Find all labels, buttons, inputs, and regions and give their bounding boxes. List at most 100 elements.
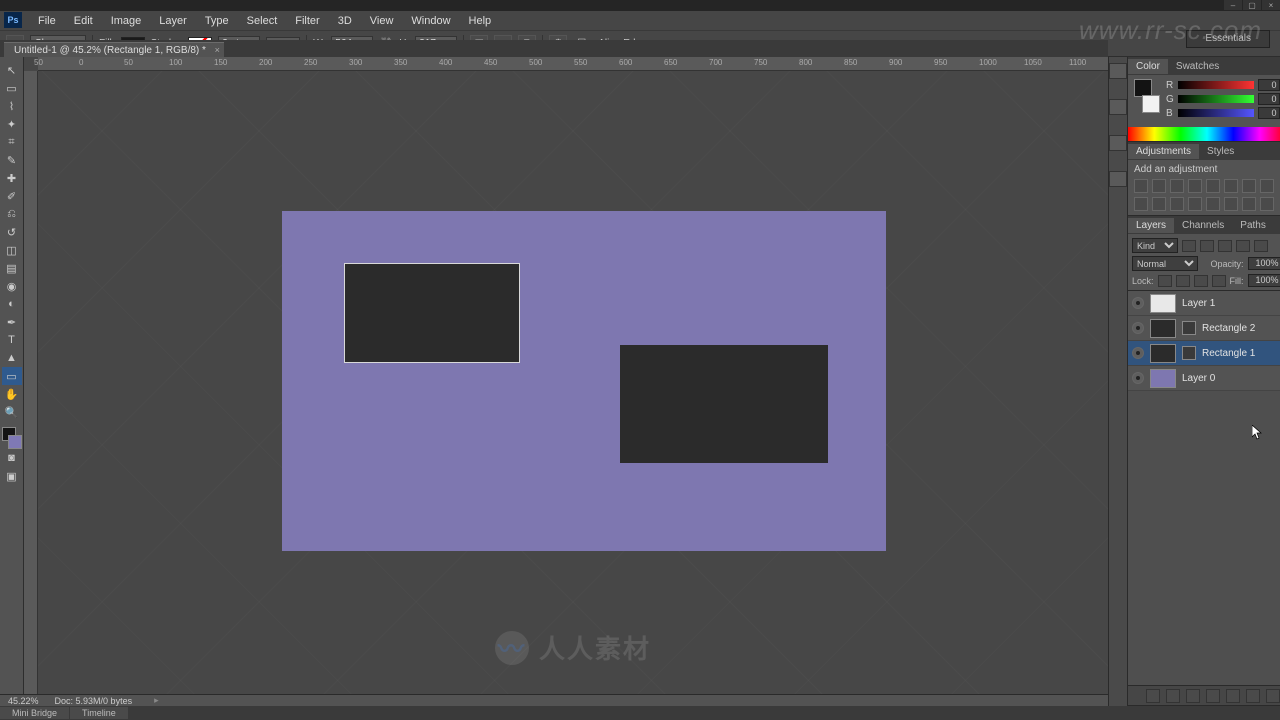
color-fgbg[interactable]	[1134, 79, 1160, 113]
maximize-button[interactable]: ▢	[1243, 0, 1261, 10]
adj-levels-icon[interactable]	[1152, 179, 1166, 193]
tab-channels[interactable]: Channels	[1174, 218, 1232, 233]
adj-selcolor-icon[interactable]	[1260, 197, 1274, 211]
new-group-icon[interactable]	[1226, 689, 1240, 703]
menu-select[interactable]: Select	[239, 13, 286, 29]
filter-shape-icon[interactable]	[1236, 240, 1250, 252]
paragraph-panel-icon[interactable]	[1109, 171, 1127, 187]
layer-thumbnail[interactable]	[1150, 294, 1176, 313]
menu-help[interactable]: Help	[461, 13, 500, 29]
visibility-toggle-icon[interactable]	[1132, 347, 1144, 359]
viewport[interactable]: 〰 人人素材	[38, 71, 1108, 694]
zoom-readout[interactable]: 45.22%	[8, 696, 39, 706]
filter-pixel-icon[interactable]	[1182, 240, 1196, 252]
tab-styles[interactable]: Styles	[1199, 144, 1242, 159]
r-value[interactable]: 0	[1258, 79, 1280, 91]
filter-type-icon[interactable]	[1218, 240, 1232, 252]
menu-type[interactable]: Type	[197, 13, 237, 29]
tab-mini-bridge[interactable]: Mini Bridge	[0, 707, 69, 719]
adj-bw-icon[interactable]	[1260, 179, 1274, 193]
color-spectrum[interactable]	[1128, 127, 1280, 141]
screen-mode-tool[interactable]: ▣	[2, 467, 22, 485]
properties-panel-icon[interactable]	[1109, 99, 1127, 115]
eraser-tool[interactable]: ◫	[2, 241, 22, 259]
lock-pixels-icon[interactable]	[1176, 275, 1190, 287]
tab-layers[interactable]: Layers	[1128, 218, 1174, 233]
adj-hue-icon[interactable]	[1224, 179, 1238, 193]
quick-mask-tool[interactable]: ◙	[2, 449, 22, 467]
blur-tool[interactable]: ◉	[2, 277, 22, 295]
adj-brightness-icon[interactable]	[1134, 179, 1148, 193]
layer-filter-kind[interactable]: Kind	[1132, 238, 1178, 253]
brush-tool[interactable]: ✐	[2, 187, 22, 205]
spot-heal-tool[interactable]: ✚	[2, 169, 22, 187]
layer-row[interactable]: Layer 0	[1128, 366, 1280, 391]
dodge-tool[interactable]: ◐	[2, 295, 22, 313]
tab-adjustments[interactable]: Adjustments	[1128, 144, 1199, 159]
lock-position-icon[interactable]	[1194, 275, 1208, 287]
rectangle-1-shape[interactable]	[344, 263, 520, 363]
menu-view[interactable]: View	[362, 13, 402, 29]
delete-layer-icon[interactable]	[1266, 689, 1280, 703]
adj-exposure-icon[interactable]	[1188, 179, 1202, 193]
rectangle-tool[interactable]: ▭	[2, 367, 22, 385]
panel-background-color[interactable]	[1142, 95, 1160, 113]
vector-mask-thumbnail[interactable]	[1182, 321, 1196, 335]
menu-image[interactable]: Image	[103, 13, 150, 29]
foreground-background-colors[interactable]	[2, 427, 22, 449]
tab-timeline[interactable]: Timeline	[70, 707, 128, 719]
lock-transparent-icon[interactable]	[1158, 275, 1172, 287]
adj-colorbalance-icon[interactable]	[1242, 179, 1256, 193]
layer-thumbnail[interactable]	[1150, 344, 1176, 363]
ruler-vertical[interactable]	[24, 71, 38, 694]
fill-opacity-value[interactable]: 100%	[1248, 274, 1280, 287]
magic-wand-tool[interactable]: ✦	[2, 115, 22, 133]
adj-photofilter-icon[interactable]	[1134, 197, 1148, 211]
visibility-toggle-icon[interactable]	[1132, 372, 1144, 384]
blend-mode-select[interactable]: Normal	[1132, 256, 1198, 271]
layer-name[interactable]: Rectangle 2	[1202, 323, 1280, 334]
layer-mask-icon[interactable]	[1186, 689, 1200, 703]
crop-tool[interactable]: ⌗	[2, 133, 22, 151]
background-color[interactable]	[8, 435, 22, 449]
clone-stamp-tool[interactable]: ⎌	[2, 205, 22, 223]
pen-tool[interactable]: ✒	[2, 313, 22, 331]
artboard[interactable]	[282, 211, 886, 551]
filter-adjust-icon[interactable]	[1200, 240, 1214, 252]
doc-info[interactable]: Doc: 5.93M/0 bytes	[55, 696, 133, 706]
gradient-tool[interactable]: ▤	[2, 259, 22, 277]
b-slider[interactable]	[1178, 109, 1254, 117]
layer-thumbnail[interactable]	[1150, 319, 1176, 338]
adj-posterize-icon[interactable]	[1206, 197, 1220, 211]
g-value[interactable]: 0	[1258, 93, 1280, 105]
close-button[interactable]: ×	[1262, 0, 1280, 10]
visibility-toggle-icon[interactable]	[1132, 297, 1144, 309]
vector-mask-thumbnail[interactable]	[1182, 346, 1196, 360]
lock-all-icon[interactable]	[1212, 275, 1226, 287]
adj-curves-icon[interactable]	[1170, 179, 1184, 193]
tab-color[interactable]: Color	[1128, 59, 1168, 74]
lasso-tool[interactable]: ⌇	[2, 97, 22, 115]
filter-smart-icon[interactable]	[1254, 240, 1268, 252]
new-adjustment-layer-icon[interactable]	[1206, 689, 1220, 703]
layers-empty-area[interactable]	[1128, 391, 1280, 685]
layer-row[interactable]: Rectangle 2	[1128, 316, 1280, 341]
eyedropper-tool[interactable]: ✎	[2, 151, 22, 169]
adj-gradientmap-icon[interactable]	[1242, 197, 1256, 211]
menu-3d[interactable]: 3D	[330, 13, 360, 29]
type-tool[interactable]: T	[2, 331, 22, 349]
opacity-value[interactable]: 100%	[1248, 257, 1280, 270]
adj-channelmixer-icon[interactable]	[1152, 197, 1166, 211]
ruler-horizontal[interactable]: 5005010015020025030035040045050055060065…	[38, 57, 1108, 71]
adj-vibrance-icon[interactable]	[1206, 179, 1220, 193]
zoom-tool[interactable]: 🔍	[2, 403, 22, 421]
layer-style-icon[interactable]	[1166, 689, 1180, 703]
adj-invert-icon[interactable]	[1188, 197, 1202, 211]
adj-colorlookup-icon[interactable]	[1170, 197, 1184, 211]
r-slider[interactable]	[1178, 81, 1254, 89]
layer-name[interactable]: Rectangle 1	[1202, 348, 1280, 359]
layer-thumbnail[interactable]	[1150, 369, 1176, 388]
adj-threshold-icon[interactable]	[1224, 197, 1238, 211]
menu-file[interactable]: File	[30, 13, 64, 29]
visibility-toggle-icon[interactable]	[1132, 322, 1144, 334]
